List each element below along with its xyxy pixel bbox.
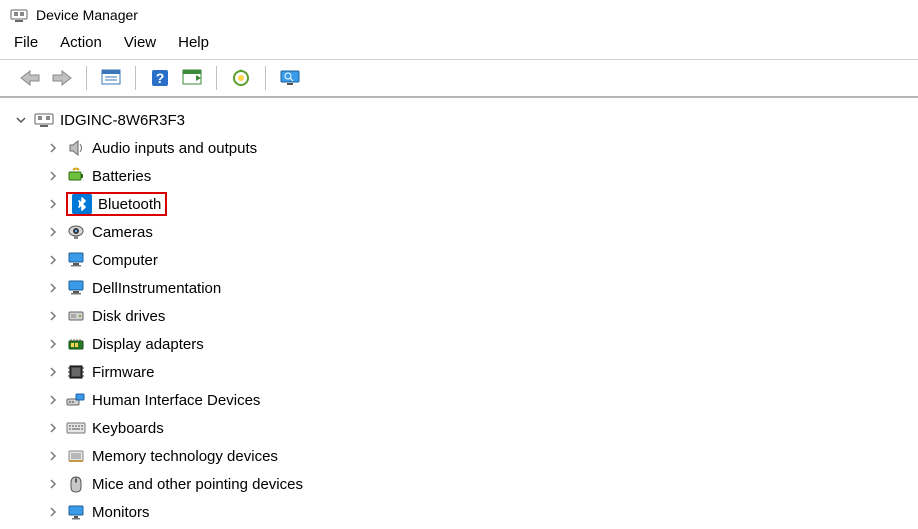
device-tree: IDGINC-8W6R3F3 Audio inputs and outputs … bbox=[0, 98, 918, 526]
menu-view[interactable]: View bbox=[124, 34, 156, 51]
chevron-right-icon[interactable] bbox=[46, 197, 60, 211]
memory-icon bbox=[66, 446, 86, 466]
dell-icon bbox=[66, 278, 86, 298]
firmware-icon bbox=[66, 362, 86, 382]
tree-item-label: Keyboards bbox=[92, 420, 164, 437]
tree-item-hid[interactable]: Human Interface Devices bbox=[46, 386, 918, 414]
tree-item-audio[interactable]: Audio inputs and outputs bbox=[46, 134, 918, 162]
display-icon bbox=[66, 334, 86, 354]
highlighted-selection: Bluetooth bbox=[66, 192, 167, 216]
bluetooth-icon bbox=[72, 194, 92, 214]
chevron-right-icon[interactable] bbox=[46, 449, 60, 463]
monitor-icon[interactable] bbox=[278, 66, 302, 90]
chevron-right-icon[interactable] bbox=[46, 393, 60, 407]
chevron-right-icon[interactable] bbox=[46, 281, 60, 295]
tree-item-label: DellInstrumentation bbox=[92, 280, 221, 297]
camera-icon bbox=[66, 222, 86, 242]
tree-item-keyboards[interactable]: Keyboards bbox=[46, 414, 918, 442]
tree-item-label: Cameras bbox=[92, 224, 153, 241]
tree-item-bluetooth[interactable]: Bluetooth bbox=[46, 190, 918, 218]
tree-item-label: Monitors bbox=[92, 504, 150, 521]
tree-item-label: Display adapters bbox=[92, 336, 204, 353]
computer-root-icon bbox=[34, 110, 54, 130]
svg-text:?: ? bbox=[156, 70, 165, 86]
properties-icon[interactable] bbox=[99, 66, 123, 90]
tree-item-disk[interactable]: Disk drives bbox=[46, 302, 918, 330]
tree-item-batteries[interactable]: Batteries bbox=[46, 162, 918, 190]
computer-icon bbox=[66, 250, 86, 270]
root-label: IDGINC-8W6R3F3 bbox=[60, 112, 185, 129]
menu-file[interactable]: File bbox=[14, 34, 38, 51]
tree-item-memory[interactable]: Memory technology devices bbox=[46, 442, 918, 470]
hid-icon bbox=[66, 390, 86, 410]
tree-item-monitors[interactable]: Monitors bbox=[46, 498, 918, 526]
chevron-down-icon[interactable] bbox=[14, 113, 28, 127]
chevron-right-icon[interactable] bbox=[46, 253, 60, 267]
tree-item-label: Batteries bbox=[92, 168, 151, 185]
tree-item-label: Firmware bbox=[92, 364, 155, 381]
tree-item-cameras[interactable]: Cameras bbox=[46, 218, 918, 246]
chevron-right-icon[interactable] bbox=[46, 169, 60, 183]
tree-item-firmware[interactable]: Firmware bbox=[46, 358, 918, 386]
device-manager-icon bbox=[10, 6, 28, 24]
battery-icon bbox=[66, 166, 86, 186]
chevron-right-icon[interactable] bbox=[46, 337, 60, 351]
menu-help[interactable]: Help bbox=[178, 34, 209, 51]
tree-item-label: Memory technology devices bbox=[92, 448, 278, 465]
tree-item-mice[interactable]: Mice and other pointing devices bbox=[46, 470, 918, 498]
tree-root[interactable]: IDGINC-8W6R3F3 bbox=[14, 106, 918, 134]
toolbar: ? bbox=[0, 60, 918, 98]
tree-item-dell[interactable]: DellInstrumentation bbox=[46, 274, 918, 302]
menu-action[interactable]: Action bbox=[60, 34, 102, 51]
tree-item-label: Computer bbox=[92, 252, 158, 269]
help-icon[interactable]: ? bbox=[148, 66, 172, 90]
chevron-right-icon[interactable] bbox=[46, 365, 60, 379]
chevron-right-icon[interactable] bbox=[46, 225, 60, 239]
tree-children: Audio inputs and outputs Batteries Bluet… bbox=[14, 134, 918, 526]
back-arrow-icon[interactable] bbox=[18, 66, 42, 90]
tree-item-label: Human Interface Devices bbox=[92, 392, 260, 409]
chevron-right-icon[interactable] bbox=[46, 505, 60, 519]
monitor-device-icon bbox=[66, 502, 86, 522]
tree-item-label: Bluetooth bbox=[98, 196, 161, 213]
chevron-right-icon[interactable] bbox=[46, 421, 60, 435]
tree-item-computer[interactable]: Computer bbox=[46, 246, 918, 274]
mouse-icon bbox=[66, 474, 86, 494]
disk-icon bbox=[66, 306, 86, 326]
chevron-right-icon[interactable] bbox=[46, 477, 60, 491]
tree-item-display[interactable]: Display adapters bbox=[46, 330, 918, 358]
chevron-right-icon[interactable] bbox=[46, 309, 60, 323]
forward-arrow-icon[interactable] bbox=[50, 66, 74, 90]
tree-item-label: Disk drives bbox=[92, 308, 165, 325]
menubar: File Action View Help bbox=[0, 28, 918, 60]
keyboard-icon bbox=[66, 418, 86, 438]
speaker-icon bbox=[66, 138, 86, 158]
chevron-right-icon[interactable] bbox=[46, 141, 60, 155]
tree-item-label: Audio inputs and outputs bbox=[92, 140, 257, 157]
update-driver-icon[interactable] bbox=[229, 66, 253, 90]
tree-item-label: Mice and other pointing devices bbox=[92, 476, 303, 493]
window-title: Device Manager bbox=[36, 7, 138, 23]
scan-icon[interactable] bbox=[180, 66, 204, 90]
titlebar: Device Manager bbox=[0, 0, 918, 28]
